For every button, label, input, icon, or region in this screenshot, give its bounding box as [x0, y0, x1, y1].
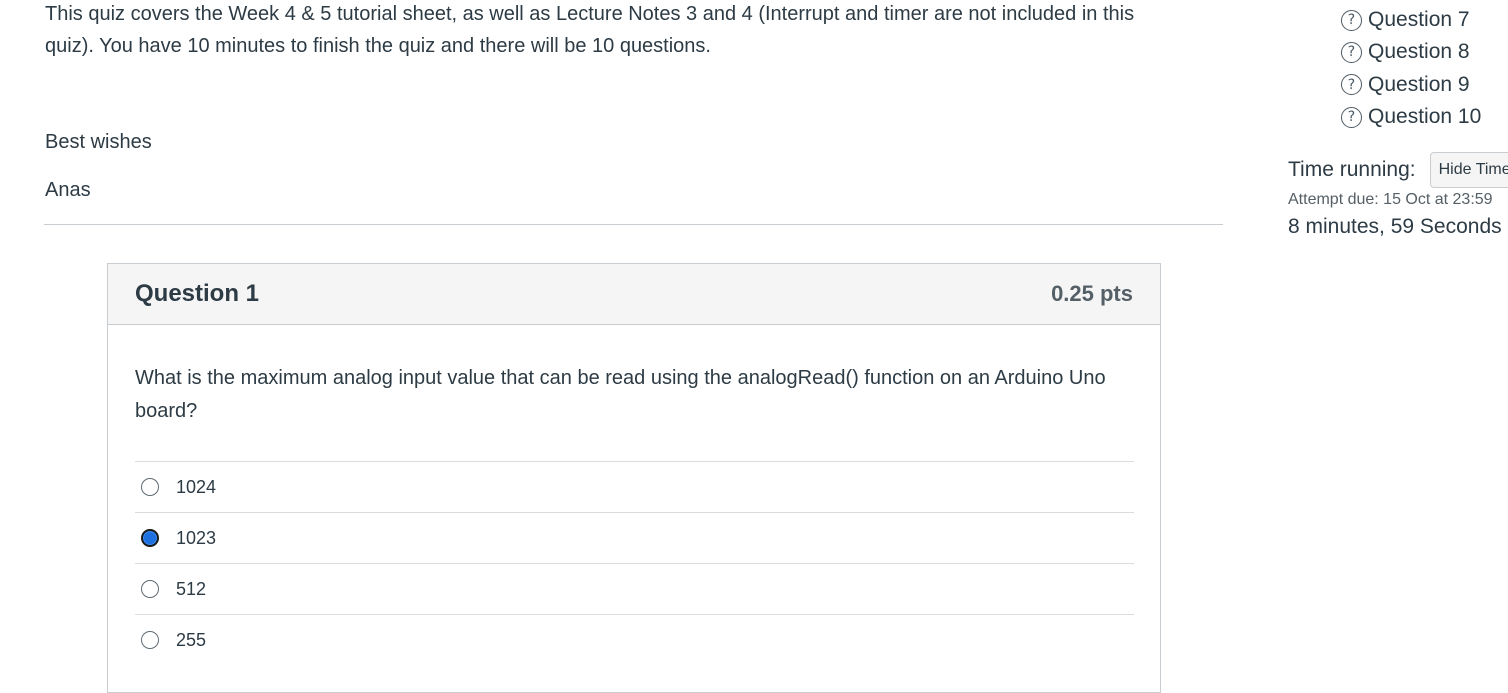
question-header: Question 1 0.25 pts	[108, 264, 1160, 325]
question-nav-label: Question 10	[1368, 105, 1482, 129]
quiz-description-line-1: This quiz covers the Week 4 & 5 tutorial…	[45, 3, 1135, 25]
question-circle-icon: ?	[1341, 74, 1362, 96]
answer-option[interactable]: 255	[135, 614, 1134, 665]
question-nav-item-7[interactable]: ? Question 7	[1341, 4, 1481, 36]
radio-button[interactable]	[141, 631, 159, 649]
timer-row: Time running: Hide Timer	[1288, 152, 1508, 188]
question-nav-item-9[interactable]: ? Question 9	[1341, 69, 1481, 101]
quiz-description-line-2: quiz). You have 10 minutes to finish the…	[45, 35, 711, 57]
question-title: Question 1	[135, 280, 260, 307]
section-divider	[44, 224, 1223, 225]
greeting-text: Best wishes	[45, 131, 152, 153]
question-text: What is the maximum analog input value t…	[135, 367, 1106, 422]
question-nav-label: Question 8	[1368, 40, 1470, 64]
quiz-main-content: This quiz covers the Week 4 & 5 tutorial…	[0, 0, 1240, 693]
quiz-sidebar: ? Question 7 ? Question 8 ? Question 9 ?…	[1240, 0, 1508, 676]
answer-option[interactable]: 512	[135, 563, 1134, 614]
answer-label: 512	[176, 578, 207, 599]
signature-text: Anas	[45, 179, 91, 201]
answer-label: 1023	[176, 527, 217, 548]
question-circle-icon: ?	[1341, 41, 1362, 63]
hide-timer-button[interactable]: Hide Timer	[1429, 152, 1508, 188]
question-nav-item-8[interactable]: ? Question 8	[1341, 36, 1481, 68]
time-running-label: Time running:	[1288, 158, 1416, 181]
time-remaining-text: 8 minutes, 59 Seconds	[1288, 215, 1502, 238]
answer-label: 1024	[176, 476, 217, 497]
question-points: 0.25 pts	[1051, 281, 1133, 306]
answer-option[interactable]: 1024	[135, 461, 1134, 512]
radio-button[interactable]	[141, 478, 159, 496]
answer-label: 255	[176, 629, 207, 650]
question-circle-icon: ?	[1341, 9, 1362, 31]
answer-option[interactable]: 1023	[135, 512, 1134, 563]
question-card: Question 1 0.25 pts What is the maximum …	[107, 263, 1161, 693]
question-nav-item-10[interactable]: ? Question 10	[1341, 101, 1481, 133]
answer-list: 1024 1023 512 255	[135, 461, 1134, 665]
quiz-description: This quiz covers the Week 4 & 5 tutorial…	[45, 0, 1225, 62]
question-circle-icon: ?	[1341, 106, 1362, 128]
attempt-due-text: Attempt due: 15 Oct at 23:59	[1288, 191, 1493, 208]
radio-button-selected[interactable]	[141, 529, 159, 547]
question-nav-label: Question 7	[1368, 8, 1470, 32]
radio-button[interactable]	[141, 580, 159, 598]
question-nav-label: Question 9	[1368, 72, 1470, 96]
question-navigation-list: ? Question 7 ? Question 8 ? Question 9 ?…	[1341, 4, 1481, 133]
